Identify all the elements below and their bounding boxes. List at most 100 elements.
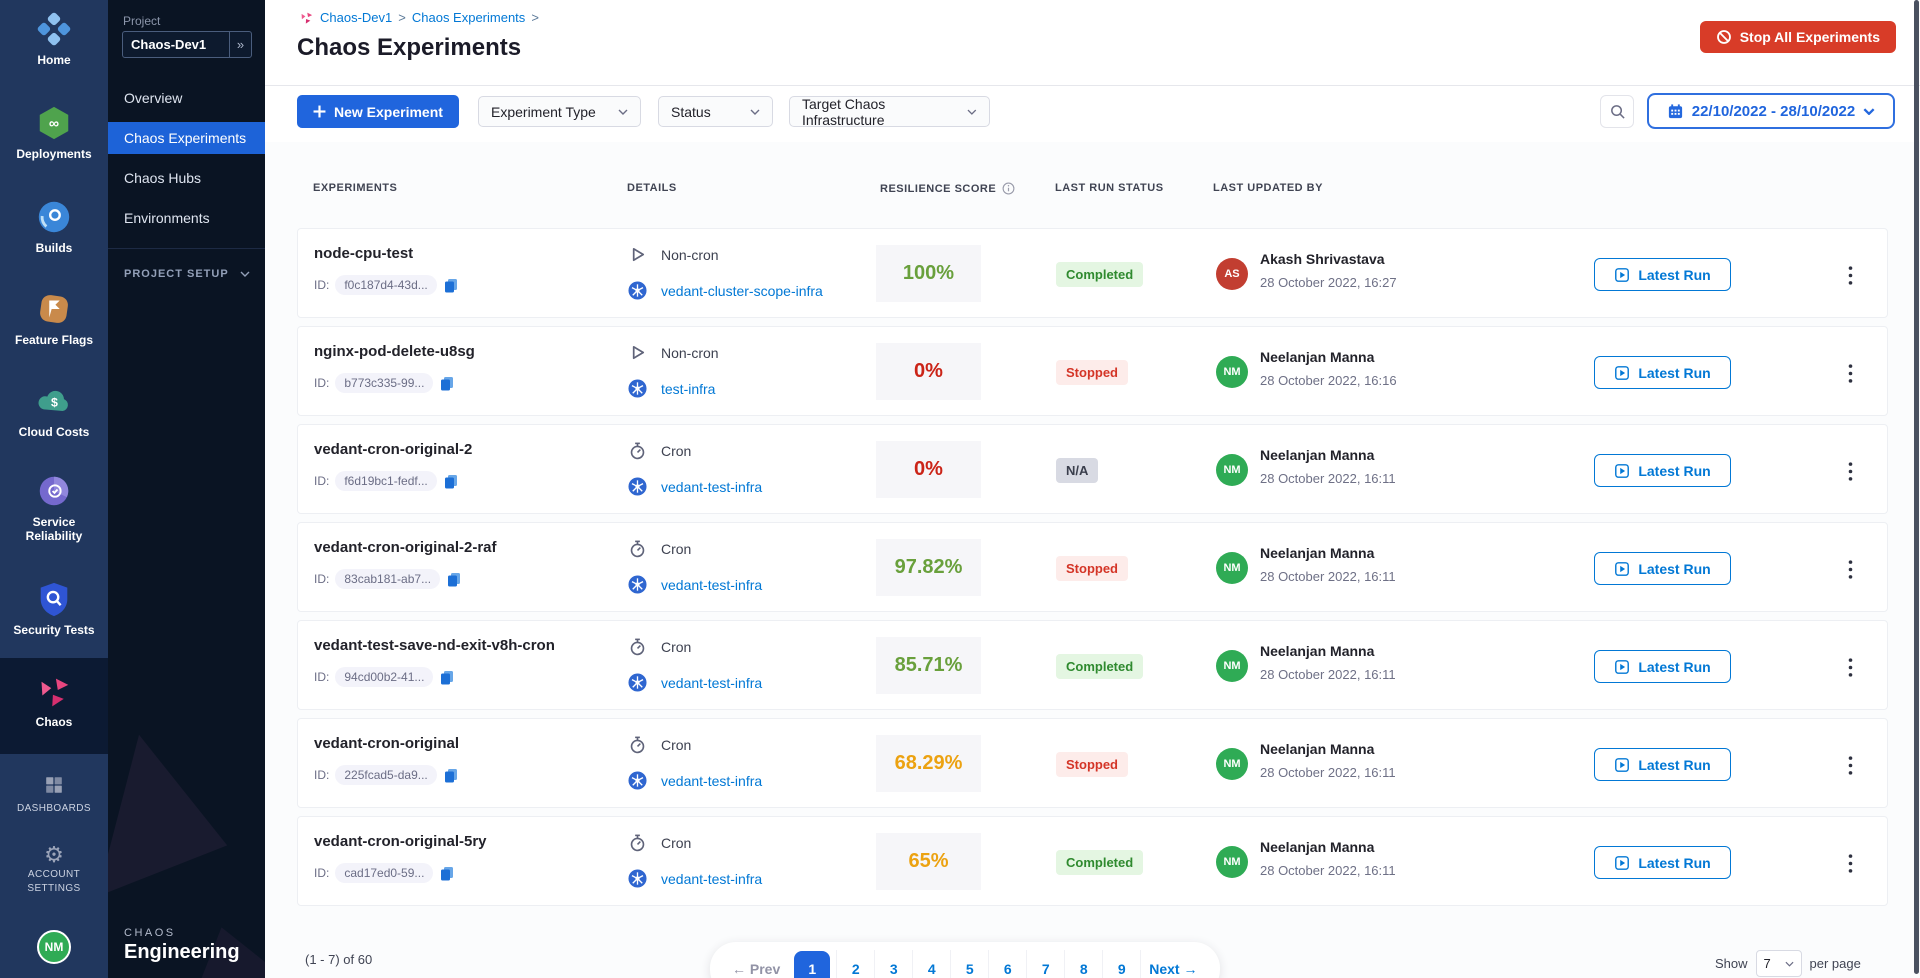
date-range-button[interactable]: 22/10/2022 - 28/10/2022 — [1647, 93, 1895, 129]
user-avatar: NM — [1216, 748, 1248, 780]
row-menu-button[interactable] — [1842, 559, 1858, 579]
scrollbar[interactable] — [1914, 0, 1919, 974]
infrastructure-link[interactable]: vedant-test-infra — [661, 577, 762, 593]
stop-all-experiments-button[interactable]: Stop All Experiments — [1700, 21, 1896, 53]
page-button-4[interactable]: 4 — [912, 950, 950, 978]
latest-run-button[interactable]: Latest Run — [1594, 650, 1731, 683]
module-label: Deployments — [0, 147, 108, 161]
latest-run-button[interactable]: Latest Run — [1594, 552, 1731, 585]
latest-run-button[interactable]: Latest Run — [1594, 454, 1731, 487]
page-button-3[interactable]: 3 — [874, 950, 912, 978]
experiment-row[interactable]: vedant-cron-original-2-raf ID: 83cab181-… — [297, 522, 1888, 612]
experiment-row[interactable]: node-cpu-test ID: f0c187d4-43d... Non-cr… — [297, 228, 1888, 318]
chevron-down-icon — [240, 271, 250, 277]
row-menu-button[interactable] — [1842, 657, 1858, 677]
updated-date: 28 October 2022, 16:11 — [1260, 863, 1396, 878]
page-button-9[interactable]: 9 — [1102, 950, 1140, 978]
experiment-row[interactable]: vedant-test-save-nd-exit-v8h-cron ID: 94… — [297, 620, 1888, 710]
sidebar-item-feature-flags[interactable]: Feature Flags — [0, 290, 108, 347]
sidebar-item-account-settings[interactable]: ⚙ ACCOUNT SETTINGS — [0, 842, 108, 896]
expand-sidebar-button[interactable]: » — [229, 32, 251, 57]
arrow-right-icon: → — [1180, 961, 1198, 977]
project-selector[interactable]: Chaos-Dev1 » — [122, 31, 252, 58]
next-page-button[interactable]: Next → — [1140, 950, 1205, 978]
experiment-name[interactable]: vedant-cron-original-5ry — [314, 833, 487, 850]
experiment-name[interactable]: vedant-cron-original-2-raf — [314, 539, 497, 556]
page-button-2[interactable]: 2 — [836, 950, 874, 978]
experiment-name[interactable]: vedant-test-save-nd-exit-v8h-cron — [314, 637, 555, 654]
user-avatar: NM — [1216, 552, 1248, 584]
row-menu-button[interactable] — [1842, 755, 1858, 775]
infra-line: vedant-test-infra — [628, 869, 762, 888]
copy-id-icon[interactable] — [439, 375, 455, 391]
infrastructure-link[interactable]: test-infra — [661, 381, 715, 397]
page-button-7[interactable]: 7 — [1026, 950, 1064, 978]
schedule-type: Non-cron — [661, 345, 719, 361]
experiment-type-filter[interactable]: Experiment Type — [478, 96, 641, 127]
page-size-control: Show 7 per page — [1715, 950, 1861, 977]
experiment-name[interactable]: vedant-cron-original-2 — [314, 441, 472, 458]
row-menu-button[interactable] — [1842, 265, 1858, 285]
row-menu-button[interactable] — [1842, 853, 1858, 873]
sidebar-item-profile[interactable]: NM — [0, 930, 108, 964]
new-experiment-button[interactable]: New Experiment — [297, 95, 459, 128]
copy-id-icon[interactable] — [443, 473, 459, 489]
page-button-5[interactable]: 5 — [950, 950, 988, 978]
sidebar-item-chaos[interactable]: Chaos — [0, 672, 108, 729]
experiment-row[interactable]: vedant-cron-original ID: 225fcad5-da9...… — [297, 718, 1888, 808]
user-avatar[interactable]: NM — [37, 930, 71, 964]
project-setup-toggle[interactable]: PROJECT SETUP — [124, 268, 250, 280]
latest-run-button[interactable]: Latest Run — [1594, 356, 1731, 389]
table-header: EXPERIMENTS DETAILS RESILIENCE SCORE LAS… — [265, 182, 1920, 202]
breadcrumb-link-project[interactable]: Chaos-Dev1 — [320, 10, 392, 25]
infrastructure-link[interactable]: vedant-cluster-scope-infra — [661, 283, 823, 299]
experiment-row[interactable]: vedant-cron-original-2 ID: f6d19bc1-fedf… — [297, 424, 1888, 514]
nav-item-chaos-experiments[interactable]: Chaos Experiments — [108, 122, 265, 154]
experiment-row[interactable]: nginx-pod-delete-u8sg ID: b773c335-99...… — [297, 326, 1888, 416]
resilience-score-box: 97.82% — [876, 539, 981, 596]
target-infrastructure-filter[interactable]: Target Chaos Infrastructure — [789, 96, 990, 127]
module-label: Chaos — [0, 715, 108, 729]
copy-id-icon[interactable] — [446, 571, 462, 587]
sidebar-item-service-reliability[interactable]: Service Reliability — [0, 472, 108, 543]
latest-run-button[interactable]: Latest Run — [1594, 258, 1731, 291]
page-button-8[interactable]: 8 — [1064, 950, 1102, 978]
infrastructure-link[interactable]: vedant-test-infra — [661, 871, 762, 887]
prev-page-button[interactable]: ← Prev — [724, 950, 788, 978]
row-menu-button[interactable] — [1842, 461, 1858, 481]
infrastructure-link[interactable]: vedant-test-infra — [661, 479, 762, 495]
latest-run-button[interactable]: Latest Run — [1594, 748, 1731, 781]
page-button-1[interactable]: 1 — [794, 951, 830, 978]
run-icon — [1614, 267, 1630, 283]
nav-item-overview[interactable]: Overview — [108, 78, 265, 118]
page-button-6[interactable]: 6 — [988, 950, 1026, 978]
user-avatar: NM — [1216, 650, 1248, 682]
status-filter[interactable]: Status — [658, 96, 773, 127]
copy-id-icon[interactable] — [439, 669, 455, 685]
sidebar-item-home[interactable]: Home — [0, 10, 108, 67]
copy-id-icon[interactable] — [439, 865, 455, 881]
sidebar-item-builds[interactable]: Builds — [0, 198, 108, 255]
page-size-select[interactable]: 7 — [1756, 950, 1802, 977]
nav-item-chaos-hubs[interactable]: Chaos Hubs — [108, 158, 265, 198]
search-button[interactable] — [1600, 95, 1634, 128]
latest-run-button[interactable]: Latest Run — [1594, 846, 1731, 879]
experiment-row[interactable]: vedant-cron-original-5ry ID: cad17ed0-59… — [297, 816, 1888, 906]
experiment-name[interactable]: nginx-pod-delete-u8sg — [314, 343, 475, 360]
row-menu-button[interactable] — [1842, 363, 1858, 383]
experiment-name[interactable]: node-cpu-test — [314, 245, 413, 262]
sidebar-item-security-tests[interactable]: Security Tests — [0, 580, 108, 637]
copy-id-icon[interactable] — [443, 767, 459, 783]
nav-item-environments[interactable]: Environments — [108, 198, 265, 238]
infrastructure-link[interactable]: vedant-test-infra — [661, 773, 762, 789]
breadcrumb-link-experiments[interactable]: Chaos Experiments — [412, 10, 525, 25]
copy-id-icon[interactable] — [443, 277, 459, 293]
info-icon[interactable] — [1002, 182, 1015, 195]
sidebar-item-cloud-costs[interactable]: $ Cloud Costs — [0, 382, 108, 439]
sidebar-item-deployments[interactable]: ∞ Deployments — [0, 104, 108, 161]
chevron-down-icon — [967, 109, 977, 115]
chevron-down-icon — [1863, 108, 1875, 115]
sidebar-item-dashboards[interactable]: DASHBOARDS — [0, 772, 108, 816]
experiment-name[interactable]: vedant-cron-original — [314, 735, 459, 752]
infrastructure-link[interactable]: vedant-test-infra — [661, 675, 762, 691]
